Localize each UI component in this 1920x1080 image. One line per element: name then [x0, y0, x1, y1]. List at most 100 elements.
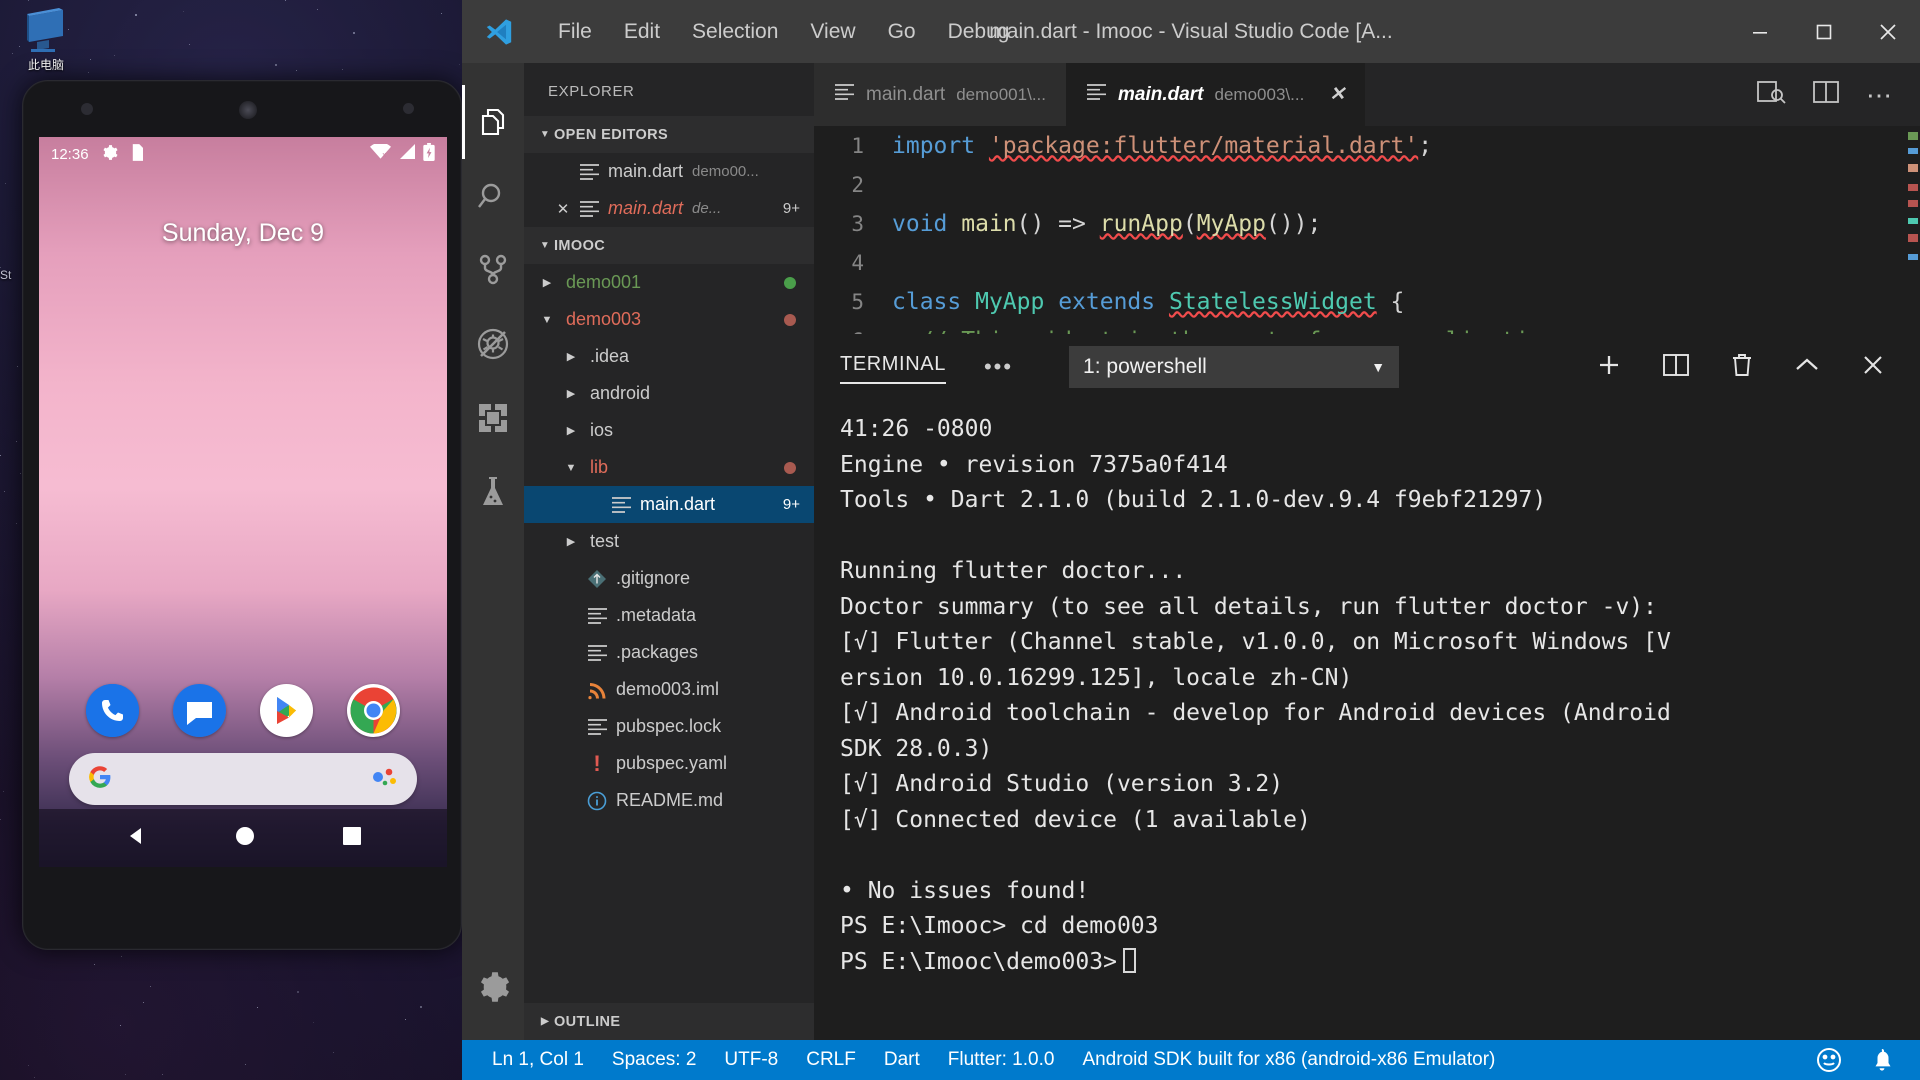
google-g-icon [87, 764, 113, 795]
panel-more-icon[interactable]: ••• [984, 354, 1013, 380]
menu-file[interactable]: File [542, 14, 608, 50]
close-icon[interactable]: ✕ [1329, 83, 1345, 106]
android-emulator-window[interactable]: 12:36 x Sunday, Dec 9 [22, 80, 462, 950]
maximize-panel-icon[interactable] [1794, 355, 1820, 380]
line-number: 5 [851, 289, 864, 314]
activity-explorer[interactable] [462, 85, 524, 159]
camera-icon [239, 101, 257, 119]
close-panel-icon[interactable] [1860, 352, 1886, 383]
notifications-bell-icon[interactable] [1856, 1047, 1920, 1073]
recents-icon[interactable] [342, 826, 362, 851]
split-editor-icon[interactable] [1812, 80, 1840, 109]
menu-selection[interactable]: Selection [676, 14, 794, 50]
emulator-screen[interactable]: 12:36 x Sunday, Dec 9 [39, 137, 447, 867]
desktop-icon-this-pc[interactable]: 此电脑 [8, 6, 84, 72]
led-icon [403, 103, 414, 114]
add-terminal-icon[interactable] [1596, 352, 1622, 383]
activity-testing[interactable] [462, 455, 524, 529]
menu-edit[interactable]: Edit [608, 14, 676, 50]
status-cursor-position[interactable]: Ln 1, Col 1 [478, 1049, 598, 1071]
code-token: runApp [1099, 210, 1183, 237]
tree-file[interactable]: .packages [524, 634, 814, 671]
tree-file[interactable]: .gitignore [524, 560, 814, 597]
terminal-selector[interactable]: 1: powershell ▼ [1069, 346, 1400, 388]
status-device-selector[interactable]: Android SDK built for x86 (android-x86 E… [1068, 1049, 1509, 1071]
terminal-panel: TERMINAL ••• 1: powershell ▼ 41:26 -0800… [814, 334, 1920, 1040]
status-clock: 12:36 [51, 145, 89, 163]
tree-file[interactable]: demo003.iml [524, 671, 814, 708]
code-token: import [892, 132, 989, 159]
tree-folder[interactable]: ▶ ios [524, 412, 814, 449]
messages-icon[interactable] [173, 684, 226, 737]
google-assistant-icon[interactable] [369, 766, 399, 793]
activity-debug[interactable] [462, 307, 524, 381]
section-workspace[interactable]: ▼ IMOOC [524, 227, 814, 264]
terminal-line: SDK 28.0.3) [840, 735, 993, 762]
editor-tab[interactable]: main.dart demo003\... ✕ [1065, 63, 1366, 126]
editor-tabs: main.dart demo001\... main.dart demo003\...… [814, 63, 1920, 126]
editor-tab[interactable]: main.dart demo001\... [814, 63, 1066, 126]
tree-folder[interactable]: ▶ android [524, 375, 814, 412]
close-icon[interactable] [1856, 0, 1920, 63]
open-editor-item[interactable]: ✕ main.dart de... 9+ [524, 190, 814, 227]
home-icon[interactable] [234, 825, 256, 852]
status-flutter-version[interactable]: Flutter: 1.0.0 [934, 1049, 1069, 1071]
section-outline[interactable]: ▶ OUTLINE [524, 1003, 814, 1040]
tree-folder[interactable]: ▶ demo001 [524, 264, 814, 301]
code-editor[interactable]: 1 import 'package:flutter/material.dart';… [814, 126, 1920, 334]
play-store-icon[interactable] [260, 684, 313, 737]
status-indentation[interactable]: Spaces: 2 [598, 1049, 711, 1071]
tree-file[interactable]: pubspec.lock [524, 708, 814, 745]
maximize-icon[interactable] [1792, 0, 1856, 63]
feedback-smiley-icon[interactable] [1802, 1047, 1856, 1073]
chevron-right-icon[interactable]: ▶ [558, 424, 584, 437]
activity-settings[interactable] [462, 950, 524, 1024]
status-encoding[interactable]: UTF-8 [710, 1049, 792, 1071]
tree-file[interactable]: README.md [524, 782, 814, 819]
tree-folder[interactable]: ▼ demo003 [524, 301, 814, 338]
workspace-label: IMOOC [554, 237, 606, 254]
open-preview-icon[interactable] [1756, 79, 1786, 110]
chevron-down-icon[interactable]: ▼ [558, 462, 584, 474]
tree-folder[interactable]: ▶ test [524, 523, 814, 560]
terminal-output[interactable]: 41:26 -0800 Engine • revision 7375a0f414 T… [814, 400, 1920, 1040]
kill-terminal-icon[interactable] [1730, 352, 1754, 383]
chevron-down-icon[interactable]: ▼ [534, 314, 560, 326]
split-terminal-icon[interactable] [1662, 353, 1690, 382]
code-line: 2 [814, 165, 1920, 204]
tree-folder[interactable]: ▼ lib [524, 449, 814, 486]
open-editor-item[interactable]: main.dart demo00... [524, 153, 814, 190]
chevron-right-icon[interactable]: ▶ [534, 276, 560, 289]
tab-terminal[interactable]: TERMINAL [840, 353, 946, 384]
activity-search[interactable] [462, 159, 524, 233]
menu-view[interactable]: View [794, 14, 871, 50]
activity-source-control[interactable] [462, 233, 524, 307]
tree-file[interactable]: ! pubspec.yaml [524, 745, 814, 782]
back-icon[interactable] [124, 824, 148, 853]
code-token: ( [1182, 210, 1197, 237]
more-actions-icon[interactable]: ⋯ [1866, 82, 1894, 108]
section-open-editors[interactable]: ▼ OPEN EDITORS [524, 116, 814, 153]
terminal-line: PS E:\Imooc\demo003> [840, 945, 1920, 981]
status-eol[interactable]: CRLF [792, 1049, 870, 1071]
phone-icon[interactable] [86, 684, 139, 737]
chevron-right-icon[interactable]: ▶ [558, 387, 584, 400]
google-search-bar[interactable] [69, 753, 417, 805]
menu-go[interactable]: Go [872, 14, 932, 50]
close-icon[interactable]: ✕ [550, 200, 576, 218]
minimap[interactable] [1906, 126, 1920, 334]
menu-debug[interactable]: Debug [932, 14, 1026, 50]
problem-badge: 9+ [782, 496, 800, 513]
status-language-mode[interactable]: Dart [870, 1049, 934, 1071]
tree-file[interactable]: .metadata [524, 597, 814, 634]
chevron-right-icon[interactable]: ▶ [558, 535, 584, 548]
chevron-down-icon: ▼ [539, 240, 551, 251]
chevron-right-icon[interactable]: ▶ [558, 350, 584, 363]
tree-file[interactable]: main.dart 9+ [524, 486, 814, 523]
chrome-icon[interactable] [347, 684, 400, 737]
activity-extensions[interactable] [462, 381, 524, 455]
minimize-icon[interactable] [1728, 0, 1792, 63]
tab-path: demo003\... [1214, 84, 1305, 104]
tree-folder[interactable]: ▶ .idea [524, 338, 814, 375]
